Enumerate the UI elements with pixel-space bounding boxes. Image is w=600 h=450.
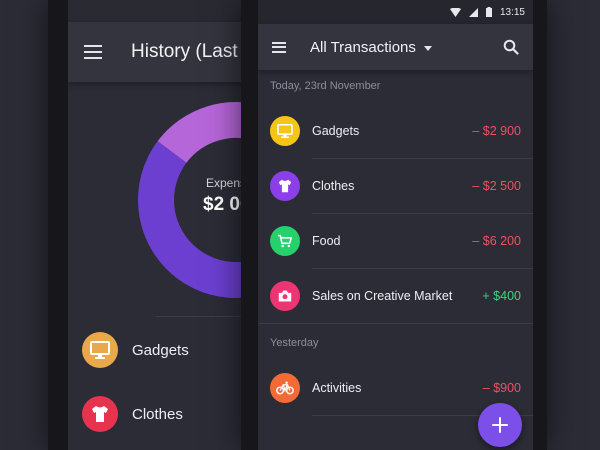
monitor-icon [270,116,300,146]
divider [258,323,533,324]
tshirt-icon [82,396,118,432]
add-transaction-button[interactable] [478,403,522,447]
transaction-row-food[interactable]: Food – $6 200 [258,214,533,268]
transaction-amount: + $400 [482,289,521,303]
status-time: 13:15 [499,6,525,18]
cart-icon [270,226,300,256]
transaction-label: Food [312,234,341,248]
status-bar: 13:15 [258,0,533,24]
list-item-gadgets[interactable]: Gadgets [82,332,189,368]
bicycle-icon [270,373,300,403]
page-title[interactable]: All Transactions [310,39,416,56]
transaction-row-sales[interactable]: Sales on Creative Market + $400 [258,269,533,323]
camera-icon [270,281,300,311]
transaction-label: Gadgets [312,124,360,138]
menu-icon[interactable] [272,41,286,53]
list-item-label: Gadgets [132,341,189,359]
chevron-down-icon[interactable] [423,45,432,51]
transaction-label: Activities [312,381,362,395]
transaction-amount: – $2 900 [472,124,521,138]
transaction-amount: – $2 500 [472,179,521,193]
transaction-amount: – $6 200 [472,234,521,248]
menu-icon[interactable] [84,45,102,59]
list-item-clothes[interactable]: Clothes [82,396,183,432]
page-title: History (Last [131,41,238,62]
status-bar [68,0,253,22]
section-header-today: Today, 23rd November [270,80,381,92]
right-phone: 13:15 All Transactions Today, 23rd Novem… [241,0,547,450]
tshirt-icon [270,171,300,201]
list-item-label: Clothes [132,405,183,423]
section-header-yesterday: Yesterday [270,337,319,349]
app-bar: History (Last [68,22,253,82]
transaction-row-clothes[interactable]: Clothes – $2 500 [258,159,533,213]
transaction-label: Sales on Creative Market [312,289,453,303]
signal-icon [468,7,478,17]
transaction-label: Clothes [312,179,355,193]
divider [156,316,253,317]
left-phone: History (Last Expens $2 00 Gadgets Cloth… [48,0,253,450]
transaction-row-gadgets[interactable]: Gadgets – $2 900 [258,104,533,158]
search-icon[interactable] [503,39,519,55]
app-bar: All Transactions [258,24,533,70]
monitor-icon [82,332,118,368]
plus-icon [492,417,508,433]
history-screen: History (Last Expens $2 00 Gadgets Cloth… [68,0,253,450]
wifi-icon [449,7,461,17]
transactions-screen: 13:15 All Transactions Today, 23rd Novem… [258,0,533,450]
battery-icon [485,7,492,17]
transaction-amount: – $900 [482,381,521,395]
